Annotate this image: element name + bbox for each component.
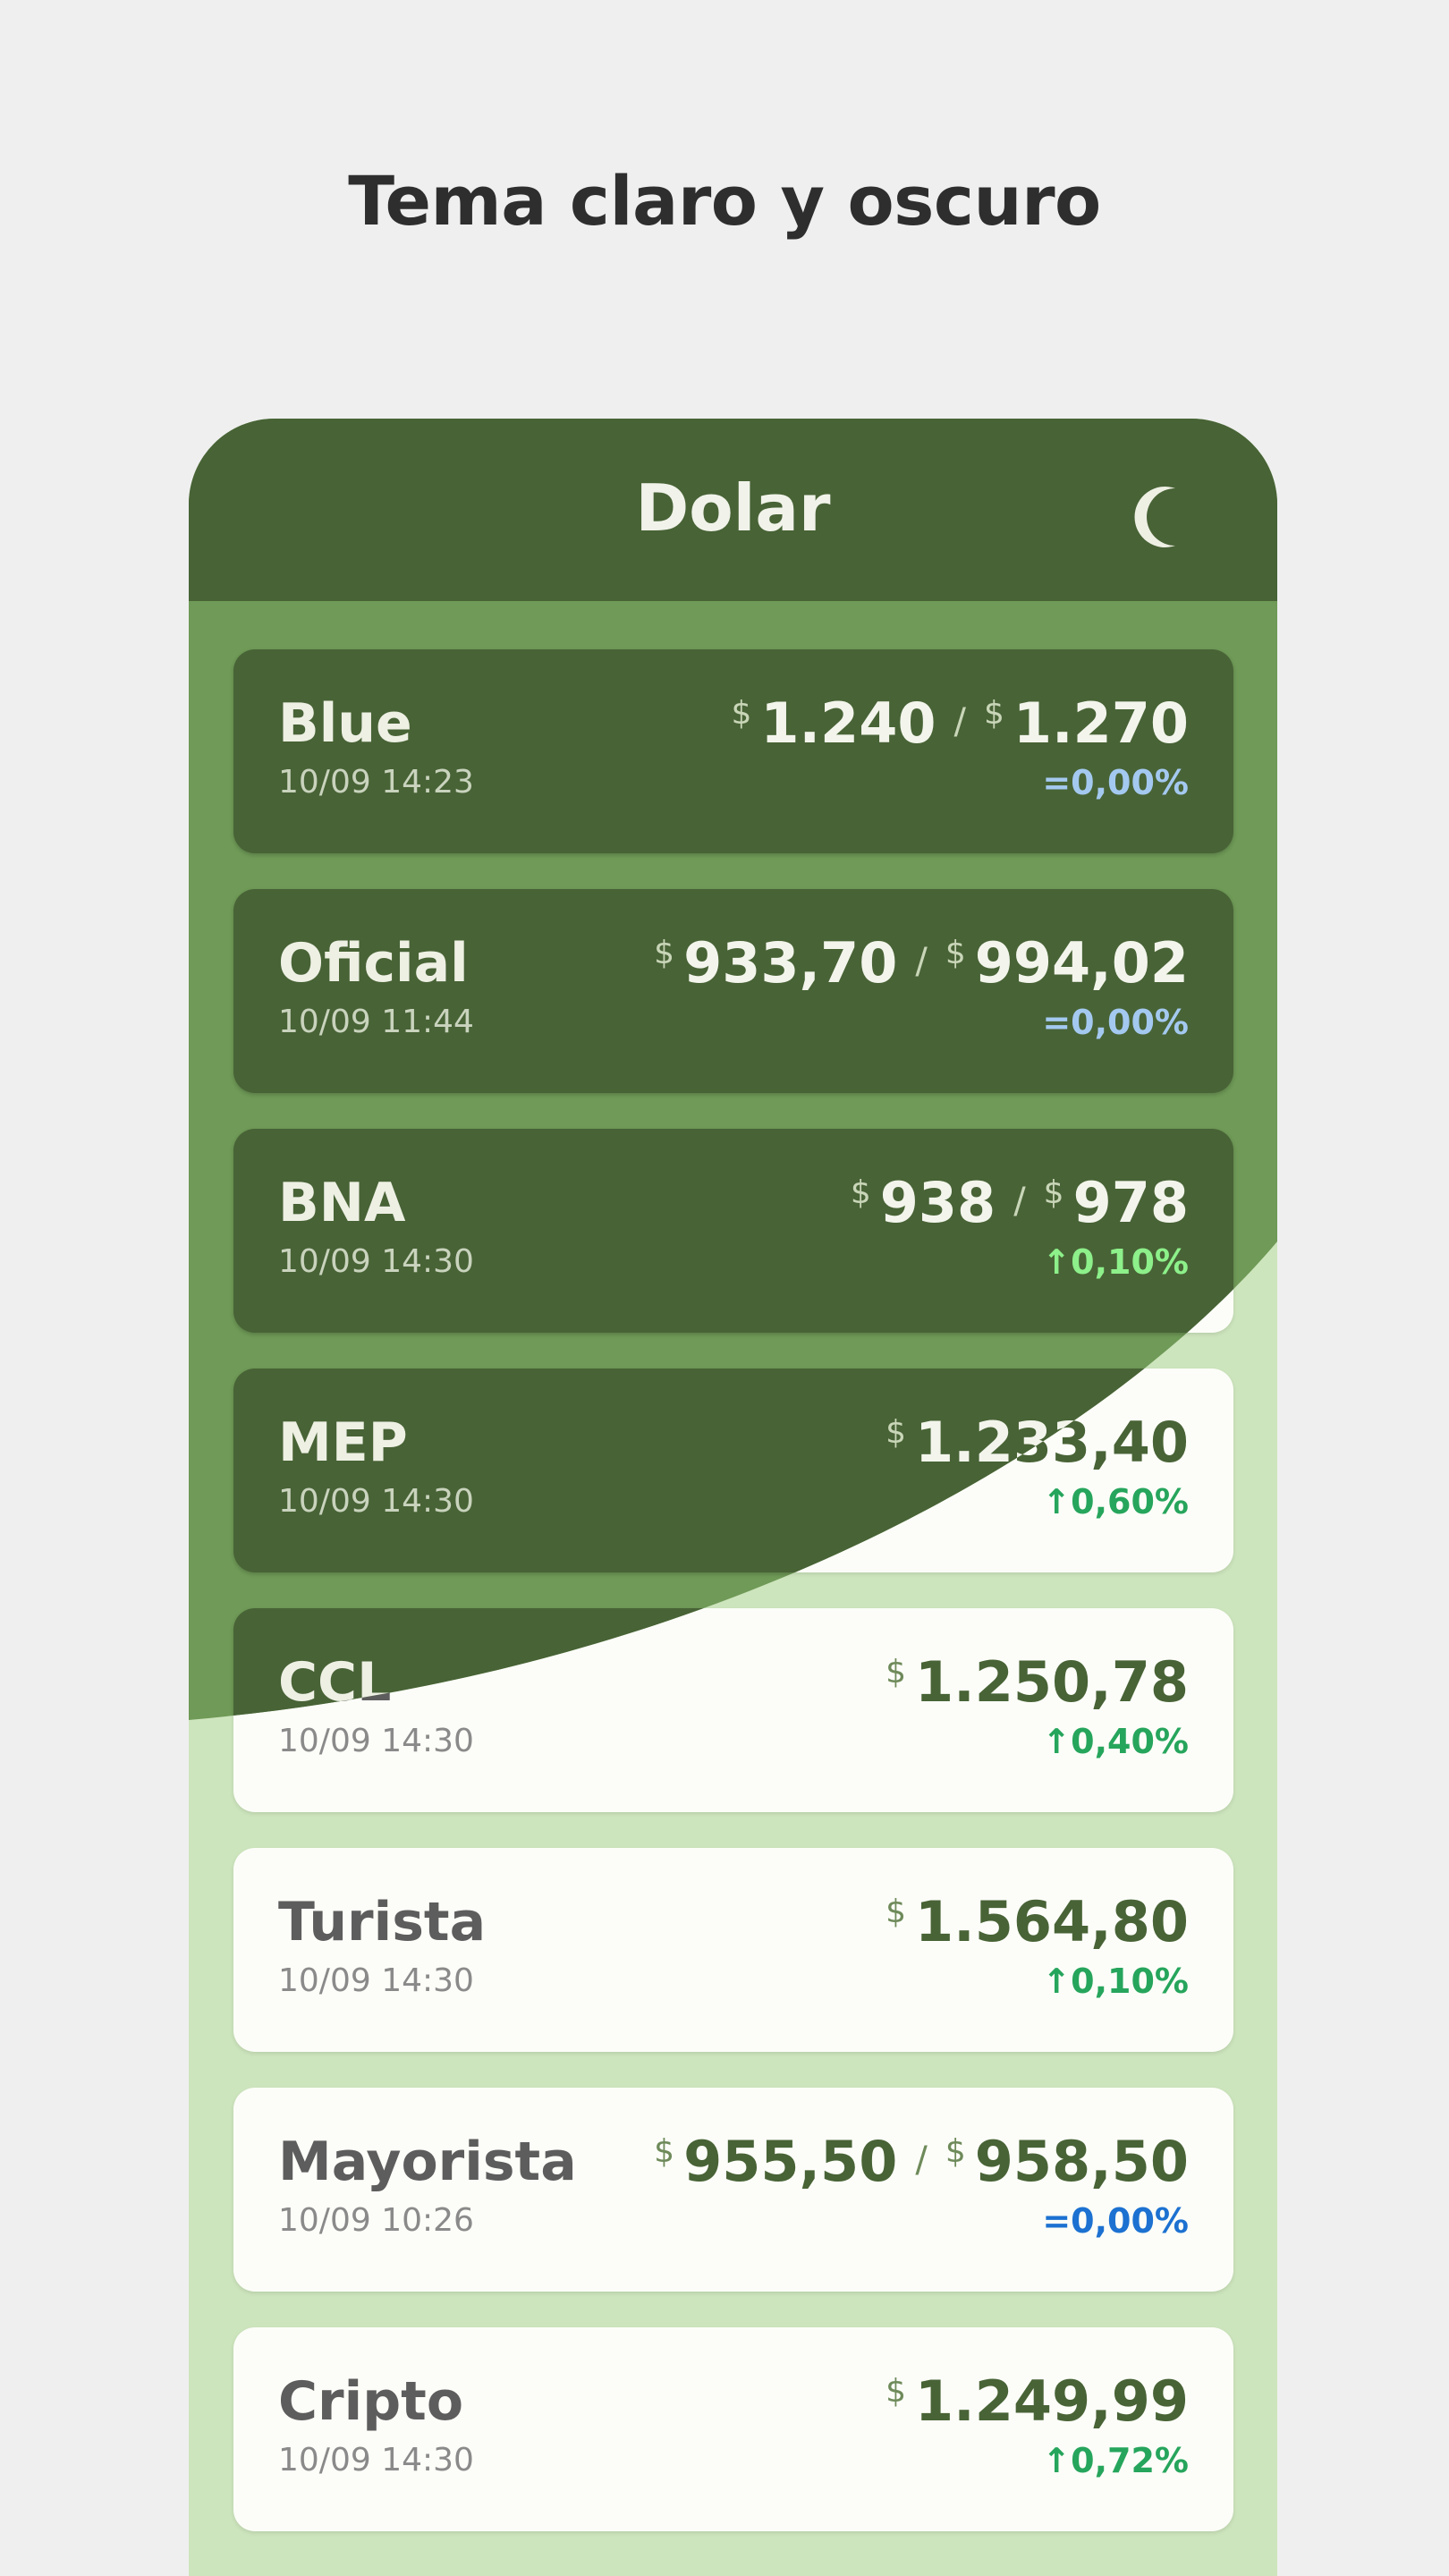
rate-sell: 958,50 [974,2129,1189,2194]
rate-card-top-row: BNA $938 / $978 [278,1168,1189,1238]
rate-name: Cripto [278,2370,464,2433]
rate-change-percent: 0,10% [1071,1242,1189,1282]
rate-card-bottom-row: 10/09 14:30 ↑0,10% [278,1240,1189,1284]
rate-buy: 1.240 [760,691,936,756]
rate-change: ↑0,10% [1042,1242,1189,1282]
rate-timestamp: 10/09 14:30 [278,1723,474,1759]
rate-prices: $1.564,80 [886,1887,1189,1957]
rate-change: ↑0,40% [1042,1722,1189,1761]
rate-card-top-row: Blue $1.240 / $1.270 [278,689,1189,758]
rate-change: ↑0,10% [1042,1962,1189,2001]
rate-card-oficial[interactable]: Oficial $933,70 / $994,02 10/09 11:44 =0,00% [233,889,1233,1093]
rate-timestamp: 10/09 14:30 [278,1962,474,1999]
currency-symbol: $ [850,1174,871,1211]
currency-symbol: $ [886,1414,907,1451]
headline: Tema claro y oscuro [348,161,1101,241]
currency-symbol: $ [886,1654,907,1690]
rate-prices: $938 / $978 [851,1168,1189,1238]
rate-change-percent: 0,00% [1071,2201,1189,2241]
rate-card-cripto[interactable]: Cripto $1.249,99 10/09 14:30 ↑0,72% [233,2327,1233,2531]
rate-sell: 978 [1072,1170,1189,1235]
rate-change-percent: 0,60% [1071,1482,1189,1521]
rate-prices: $1.249,99 [886,2367,1189,2436]
rate-value: 1.249,99 [915,2368,1189,2434]
price-separator: / [953,701,966,742]
currency-symbol: $ [945,2133,966,2170]
phone-screen: Dolar Blue$1.240/$1.27010/09 14:23=0,00%… [189,419,1277,2576]
arrow-up-icon: ↑ [1042,1722,1072,1761]
rate-change-percent: 0,00% [1071,763,1189,802]
currency-symbol: $ [886,1894,907,1930]
rate-card-mayorista[interactable]: Mayorista $955,50 / $958,50 10/09 10:26 =0,00… [233,2088,1233,2292]
rate-name: MEP [278,1411,408,1474]
moon-icon [1134,487,1175,547]
rate-buy: 955,50 [683,2129,898,2194]
rate-timestamp: 10/09 11:44 [278,1004,474,1040]
rate-name: Oficial [278,932,469,995]
arrow-up-icon: ↑ [1042,2441,1072,2480]
currency-symbol: $ [731,695,752,732]
rate-change-percent: 0,00% [1071,1003,1189,1042]
rate-card-top-row: Oficial $933,70 / $994,02 [278,928,1189,998]
rate-value: 1.250,78 [915,1649,1189,1715]
rate-sell: 994,02 [974,930,1189,996]
rate-name: Mayorista [278,2131,577,2193]
arrow-up-icon: ↑ [1042,1242,1072,1282]
rate-name: Blue [278,692,412,755]
rate-card-bottom-row: 10/09 11:44 =0,00% [278,1000,1189,1045]
rate-timestamp: 10/09 14:30 [278,1483,474,1520]
rate-change-percent: 0,40% [1071,1722,1189,1761]
rate-timestamp: 10/09 10:26 [278,2202,474,2239]
rate-card-bottom-row: 10/09 14:30 ↑0,40% [278,1719,1189,1764]
rate-name: Turista [278,1891,487,1953]
rate-change: =0,00% [1042,2201,1189,2241]
rate-change: ↑0,72% [1042,2441,1189,2480]
equals-icon: = [1042,2201,1072,2241]
rate-prices: $1.250,78 [886,1648,1189,1717]
equals-icon: = [1042,1003,1072,1042]
price-separator: / [1013,1181,1026,1222]
rate-change: =0,00% [1042,763,1189,802]
rate-timestamp: 10/09 14:30 [278,2442,474,2479]
rate-timestamp: 10/09 14:23 [278,764,474,801]
rate-prices: $933,70 / $994,02 [654,928,1189,998]
app-bar: Dolar [189,419,1277,601]
theme-toggle-button[interactable] [1129,483,1197,551]
rate-card-bottom-row: 10/09 14:30 ↑0,10% [278,1959,1189,2004]
currency-symbol: $ [945,935,966,971]
rate-card-blue[interactable]: Blue $1.240 / $1.270 10/09 14:23 =0,00% [233,649,1233,853]
rate-change-percent: 0,10% [1071,1962,1189,2001]
rate-change: =0,00% [1042,1003,1189,1042]
rate-card-top-row: Turista $1.564,80 [278,1887,1189,1957]
currency-symbol: $ [983,695,1004,732]
arrow-up-icon: ↑ [1042,1962,1072,2001]
rate-buy: 938 [879,1170,996,1235]
rate-card-bottom-row: 10/09 14:23 =0,00% [278,760,1189,805]
currency-symbol: $ [654,935,675,971]
currency-symbol: $ [886,2373,907,2410]
rate-change-percent: 0,72% [1071,2441,1189,2480]
price-separator: / [915,2140,928,2181]
price-separator: / [915,941,928,982]
rate-prices: $1.240 / $1.270 [731,689,1189,758]
rate-card-bottom-row: 10/09 14:30 ↑0,72% [278,2438,1189,2483]
rate-prices: $955,50 / $958,50 [654,2127,1189,2197]
currency-symbol: $ [1043,1174,1064,1211]
rate-buy: 933,70 [683,930,898,996]
rate-card-bottom-row: 10/09 10:26 =0,00% [278,2199,1189,2243]
rate-card-bna[interactable]: BNA $938 / $978 10/09 14:30 ↑0,10% [233,1129,1233,1333]
rate-card-turista[interactable]: Turista $1.564,80 10/09 14:30 ↑0,10% [233,1848,1233,2052]
equals-icon: = [1042,763,1072,802]
rate-card-top-row: Cripto $1.249,99 [278,2367,1189,2436]
rate-name: BNA [278,1172,406,1234]
rate-timestamp: 10/09 14:30 [278,1243,474,1280]
arrow-up-icon: ↑ [1042,1482,1072,1521]
currency-symbol: $ [654,2133,675,2170]
rate-card-top-row: Mayorista $955,50 / $958,50 [278,2127,1189,2197]
rate-change: ↑0,60% [1042,1482,1189,1521]
rate-sell: 1.270 [1013,691,1189,756]
rate-value: 1.564,80 [915,1889,1189,1954]
app-title: Dolar [635,470,831,546]
